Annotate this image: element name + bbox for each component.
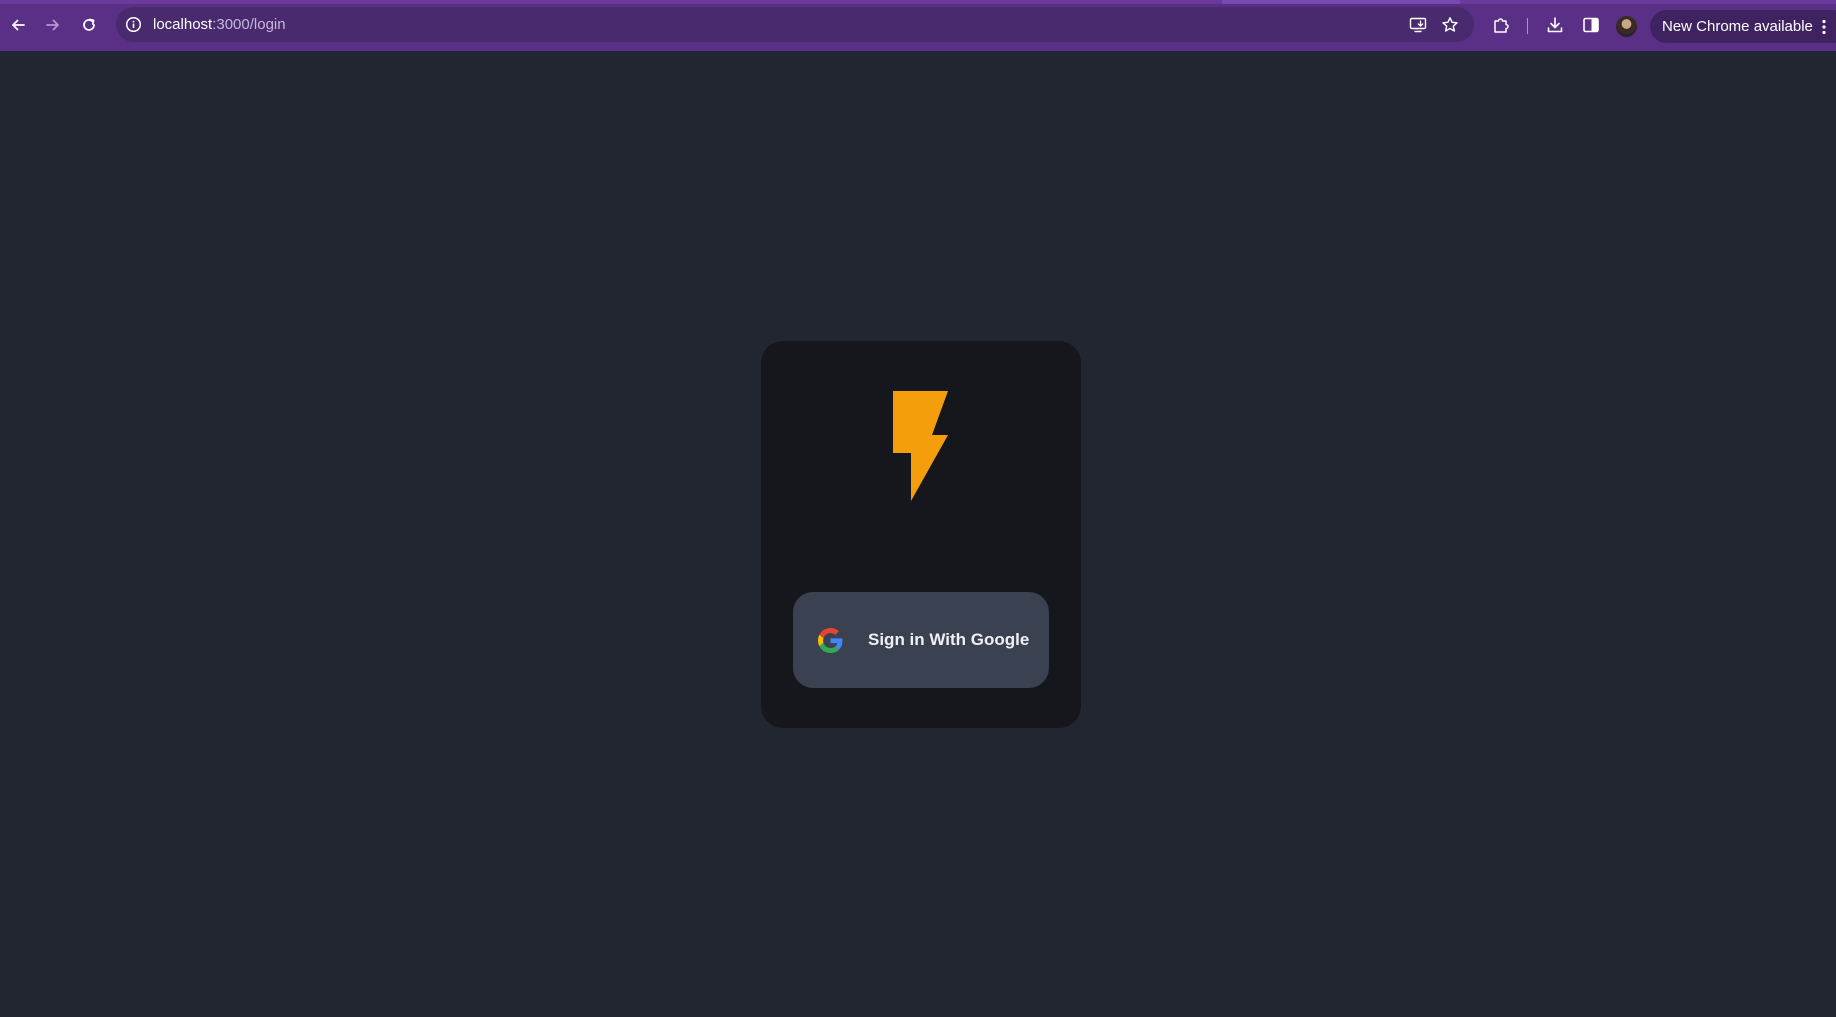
tab-strip-right	[1460, 0, 1836, 4]
google-logo-icon	[818, 628, 843, 653]
extensions-puzzle-icon	[1494, 18, 1509, 33]
reload-button[interactable]	[76, 12, 102, 38]
bookmark-star-icon	[1442, 17, 1458, 32]
side-panel-button[interactable]	[1580, 14, 1602, 36]
forward-arrow-icon	[46, 19, 59, 31]
url-text[interactable]: localhost:3000/login	[153, 15, 286, 34]
install-app-button[interactable]	[1408, 15, 1428, 35]
bookmark-button[interactable]	[1440, 15, 1460, 35]
install-app-icon	[1409, 17, 1427, 33]
back-arrow-icon	[12, 19, 25, 31]
update-chip-label: New Chrome available	[1662, 18, 1813, 35]
update-chrome-button[interactable]: New Chrome available	[1650, 10, 1836, 43]
forward-button[interactable]	[40, 12, 66, 38]
site-info-icon[interactable]	[125, 16, 142, 33]
kebab-menu-icon	[1822, 19, 1826, 35]
downloads-icon	[1547, 17, 1563, 33]
sign-in-label: Sign in With Google	[868, 630, 1030, 649]
extensions-button[interactable]	[1490, 14, 1512, 36]
sign-in-with-google-button[interactable]: Sign in With Google	[793, 592, 1049, 688]
page-content: Sign in With Google	[0, 51, 1836, 1017]
login-card: Sign in With Google	[761, 341, 1081, 728]
lightning-bolt-logo	[893, 391, 948, 501]
toolbar-separator	[1527, 18, 1528, 34]
side-panel-icon	[1583, 17, 1599, 33]
tab-strip-left	[0, 0, 1222, 4]
address-bar[interactable]: localhost:3000/login	[116, 7, 1474, 42]
back-button[interactable]	[5, 12, 31, 38]
profile-avatar[interactable]	[1616, 16, 1637, 37]
url-host: localhost	[153, 16, 213, 33]
reload-icon	[83, 18, 95, 31]
downloads-button[interactable]	[1544, 14, 1566, 36]
url-path: :3000/login	[212, 16, 286, 33]
